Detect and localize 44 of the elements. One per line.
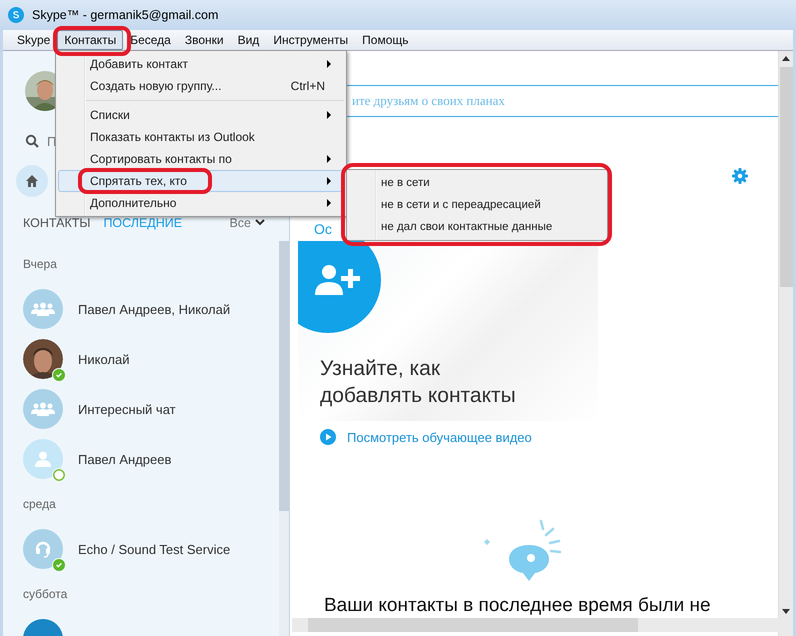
filter-dropdown[interactable]: Все [229, 216, 265, 230]
contact-name[interactable]: Echo / Sound Test Service [78, 542, 230, 556]
menu-item[interactable]: не дал свои контактные данные [347, 216, 607, 238]
menu-item[interactable]: Сортировать контакты по [58, 148, 344, 170]
home-icon [25, 174, 39, 188]
recent-contacts-text: Ваши контакты в последнее время были не [324, 595, 711, 616]
contact-name[interactable]: Николай [78, 352, 130, 366]
scroll-up-icon[interactable] [782, 56, 790, 61]
menu-bar-item[interactable]: Беседа [123, 30, 178, 50]
group-heading: суббота [23, 586, 68, 603]
menu-bar-item[interactable]: Звонки [178, 30, 231, 50]
window-title: Skype™ - germanik5@gmail.com [32, 8, 218, 22]
menu-item[interactable]: Добавить контакт [58, 53, 344, 75]
settings-icon[interactable] [732, 168, 748, 184]
card-heading: Узнайте, как добавлять контакты [320, 356, 516, 409]
menu-item[interactable]: не в сети [347, 172, 607, 194]
menu-bar-item[interactable]: Контакты [57, 30, 124, 50]
menu-bar-item[interactable]: Skype [10, 30, 58, 50]
menu-item[interactable]: Дополнительно [58, 192, 344, 214]
menu-item[interactable]: не в сети и с переадресацией [347, 194, 607, 216]
scrollbar[interactable] [778, 51, 793, 636]
sidebar-tab[interactable]: КОНТАКТЫ [23, 216, 90, 230]
skype-logo-icon [8, 7, 24, 23]
headset-icon [35, 540, 51, 558]
play-icon [320, 429, 336, 445]
group-icon [31, 402, 55, 416]
menu-bar-item[interactable]: Инструменты [266, 30, 356, 50]
chevron-down-icon [255, 219, 265, 227]
group-icon [31, 302, 55, 316]
menu-bar-item[interactable]: Вид [230, 30, 266, 50]
menu-bar-item[interactable]: Помощь [355, 30, 416, 50]
contact-name[interactable]: Интересный чат [78, 402, 176, 416]
horizontal-scrollbar[interactable] [292, 618, 779, 632]
person-icon [35, 451, 51, 467]
group-heading: среда [23, 496, 57, 513]
contact-name[interactable]: Павел Андреев [78, 452, 172, 466]
scroll-down-icon[interactable] [782, 609, 790, 614]
group-heading: Вчера [23, 256, 58, 273]
home-button[interactable] [16, 164, 48, 196]
menu-item[interactable]: Показать контакты из Outlook [58, 126, 344, 148]
add-contact-icon [315, 263, 361, 297]
contact-name[interactable]: Павел Андреев, Николай [78, 302, 230, 316]
scrollbar[interactable] [279, 241, 289, 636]
search-icon [25, 134, 39, 148]
